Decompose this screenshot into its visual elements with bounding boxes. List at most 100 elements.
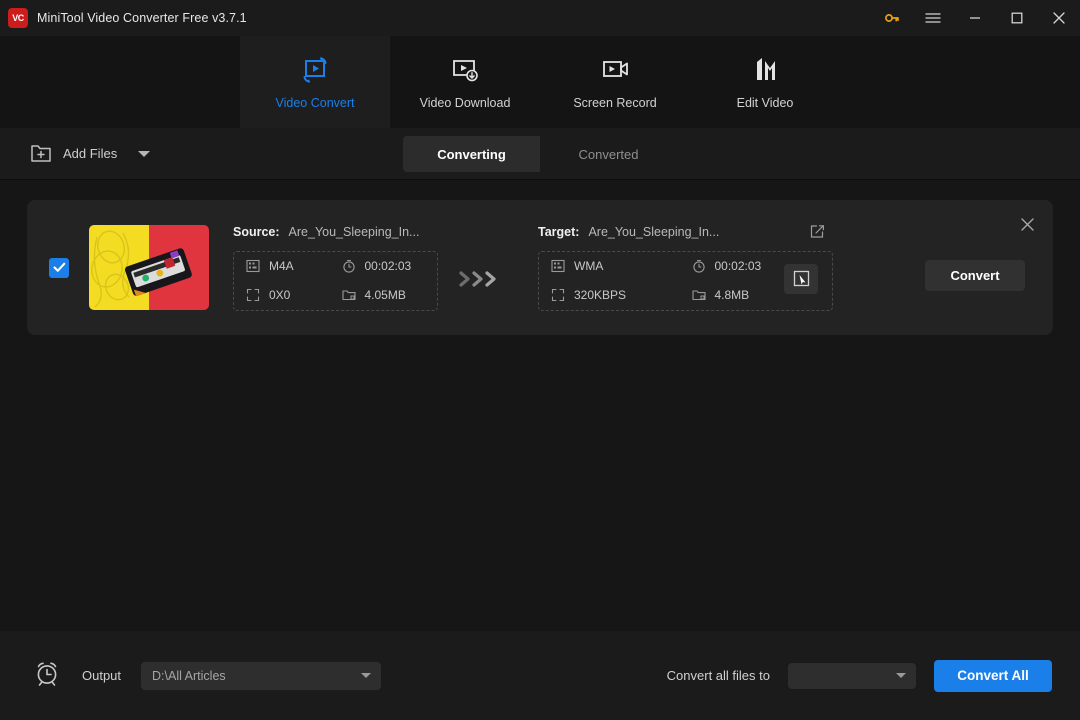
- minimize-button[interactable]: [954, 0, 996, 36]
- global-format-select[interactable]: [788, 662, 916, 689]
- chevrons-right-icon: [459, 270, 496, 287]
- target-duration-value: 00:02:03: [714, 259, 762, 273]
- convert-all-files-to-label: Convert all files to: [666, 668, 770, 683]
- resolution-icon: [246, 288, 260, 302]
- tab-label: Edit Video: [736, 95, 794, 110]
- target-format: WMA: [551, 259, 692, 273]
- source-resolution: 0X0: [246, 288, 342, 302]
- stopwatch-icon: [692, 259, 705, 273]
- tab-video-download[interactable]: Video Download: [390, 36, 540, 128]
- source-resolution-value: 0X0: [269, 288, 291, 302]
- folder-plus-icon: [31, 145, 51, 162]
- app-logo-icon: VC: [8, 8, 28, 28]
- video-download-icon-wrap: [449, 55, 481, 85]
- window-title: MiniTool Video Converter Free v3.7.1: [37, 11, 247, 25]
- target-format-value: WMA: [574, 259, 604, 273]
- format-icon: [246, 259, 260, 273]
- tab-converted[interactable]: Converted: [540, 136, 677, 172]
- edit-video-icon: [757, 57, 775, 80]
- convert-button[interactable]: Convert: [925, 260, 1025, 291]
- license-key-button[interactable]: [872, 0, 912, 36]
- conversion-list: Source: Are_You_Sleeping_In... M4A 00:02…: [0, 180, 1080, 631]
- minimize-icon: [970, 17, 980, 19]
- title-bar: VC MiniTool Video Converter Free v3.7.1: [0, 0, 1080, 36]
- source-duration: 00:02:03: [342, 259, 438, 273]
- source-title: Source: Are_You_Sleeping_In...: [233, 225, 438, 242]
- edit-square-icon: [810, 224, 824, 238]
- checkmark-icon: [52, 262, 65, 272]
- target-section: Target: Are_You_Sleeping_In... WMA 00:02…: [538, 225, 833, 311]
- maximize-icon: [1011, 12, 1023, 24]
- bottom-bar: Output D:\All Articles Convert all files…: [0, 631, 1080, 720]
- tab-label: Video Download: [419, 95, 511, 110]
- chevron-down-icon: [361, 673, 372, 678]
- close-button[interactable]: [1038, 0, 1080, 36]
- remove-file-button[interactable]: [1017, 214, 1037, 234]
- source-label: Source:: [233, 224, 280, 239]
- source-filesize: 4.05MB: [341, 288, 438, 302]
- tab-label: Screen Record: [573, 95, 657, 110]
- source-section: Source: Are_You_Sleeping_In... M4A 00:02…: [233, 225, 438, 311]
- file-select-checkbox[interactable]: [49, 257, 69, 278]
- resolution-icon: [551, 288, 565, 302]
- main-navigation: Video Convert Video Download Screen Reco…: [0, 36, 1080, 128]
- output-label: Output: [82, 668, 122, 683]
- menu-button[interactable]: [912, 0, 954, 36]
- video-convert-icon: [303, 56, 327, 83]
- output-group: Output D:\All Articles: [33, 659, 382, 692]
- tab-label: Video Convert: [275, 95, 355, 110]
- source-meta-box: M4A 00:02:03 0X0 4.05MB: [233, 250, 438, 311]
- stopwatch-icon: [342, 259, 355, 273]
- convert-all-button[interactable]: Convert All: [934, 659, 1052, 692]
- target-label: Target:: [538, 224, 580, 239]
- key-icon: [885, 14, 899, 22]
- maximize-button[interactable]: [996, 0, 1038, 36]
- close-icon: [1053, 12, 1065, 24]
- tab-screen-record[interactable]: Screen Record: [540, 36, 690, 128]
- chevron-down-icon: [896, 672, 906, 678]
- edit-target-button[interactable]: [810, 224, 825, 244]
- cassette-tape-photo: [89, 225, 209, 310]
- edit-video-icon-wrap: [749, 55, 781, 85]
- hamburger-menu-icon: [925, 13, 941, 23]
- target-meta-box: WMA 00:02:03 320KBPS 4.8MB: [538, 250, 833, 311]
- source-duration-value: 00:02:03: [364, 259, 412, 273]
- video-download-icon: [453, 59, 478, 81]
- toolbar: Add Files Converting Converted: [0, 128, 1080, 180]
- add-files-button[interactable]: Add Files: [30, 143, 151, 164]
- chevron-down-icon[interactable]: [138, 150, 151, 157]
- video-convert-icon-wrap: [299, 55, 331, 85]
- status-tabs: Converting Converted: [403, 136, 677, 172]
- source-filename: Are_You_Sleeping_In...: [288, 224, 420, 239]
- source-filesize-value: 4.05MB: [364, 288, 406, 302]
- target-filename: Are_You_Sleeping_In...: [588, 224, 720, 239]
- app-logo-text: VC: [12, 12, 24, 23]
- add-files-label: Add Files: [63, 146, 118, 161]
- target-filesize-value: 4.8MB: [714, 288, 750, 302]
- schedule-button[interactable]: [33, 659, 61, 692]
- tab-edit-video[interactable]: Edit Video: [690, 36, 840, 128]
- tab-converting[interactable]: Converting: [403, 136, 540, 172]
- screen-record-icon-wrap: [599, 55, 631, 85]
- tab-video-convert[interactable]: Video Convert: [240, 36, 390, 128]
- output-path-select[interactable]: D:\All Articles: [141, 661, 382, 690]
- cursor-select-icon: [793, 270, 809, 287]
- select-output-format-button[interactable]: [784, 263, 818, 294]
- conversion-arrows: [458, 269, 506, 289]
- filesize-folder-icon: [341, 290, 356, 301]
- alarm-clock-icon: [37, 662, 57, 686]
- format-icon: [551, 259, 565, 273]
- output-path-value: D:\All Articles: [152, 668, 226, 683]
- screen-record-icon: [603, 60, 628, 77]
- close-icon: [1020, 217, 1034, 231]
- file-thumbnail: [89, 225, 209, 310]
- source-format-value: M4A: [269, 259, 294, 273]
- app-window: VC MiniTool Video Converter Free v3.7.1: [0, 0, 1080, 720]
- target-bitrate: 320KBPS: [551, 288, 692, 302]
- target-bitrate-value: 320KBPS: [574, 288, 627, 302]
- source-format: M4A: [246, 259, 342, 273]
- convert-all-group: Convert all files to Convert All: [666, 659, 1052, 692]
- file-card: Source: Are_You_Sleeping_In... M4A 00:02…: [27, 200, 1053, 335]
- target-title: Target: Are_You_Sleeping_In...: [538, 225, 833, 242]
- filesize-folder-icon: [691, 290, 706, 301]
